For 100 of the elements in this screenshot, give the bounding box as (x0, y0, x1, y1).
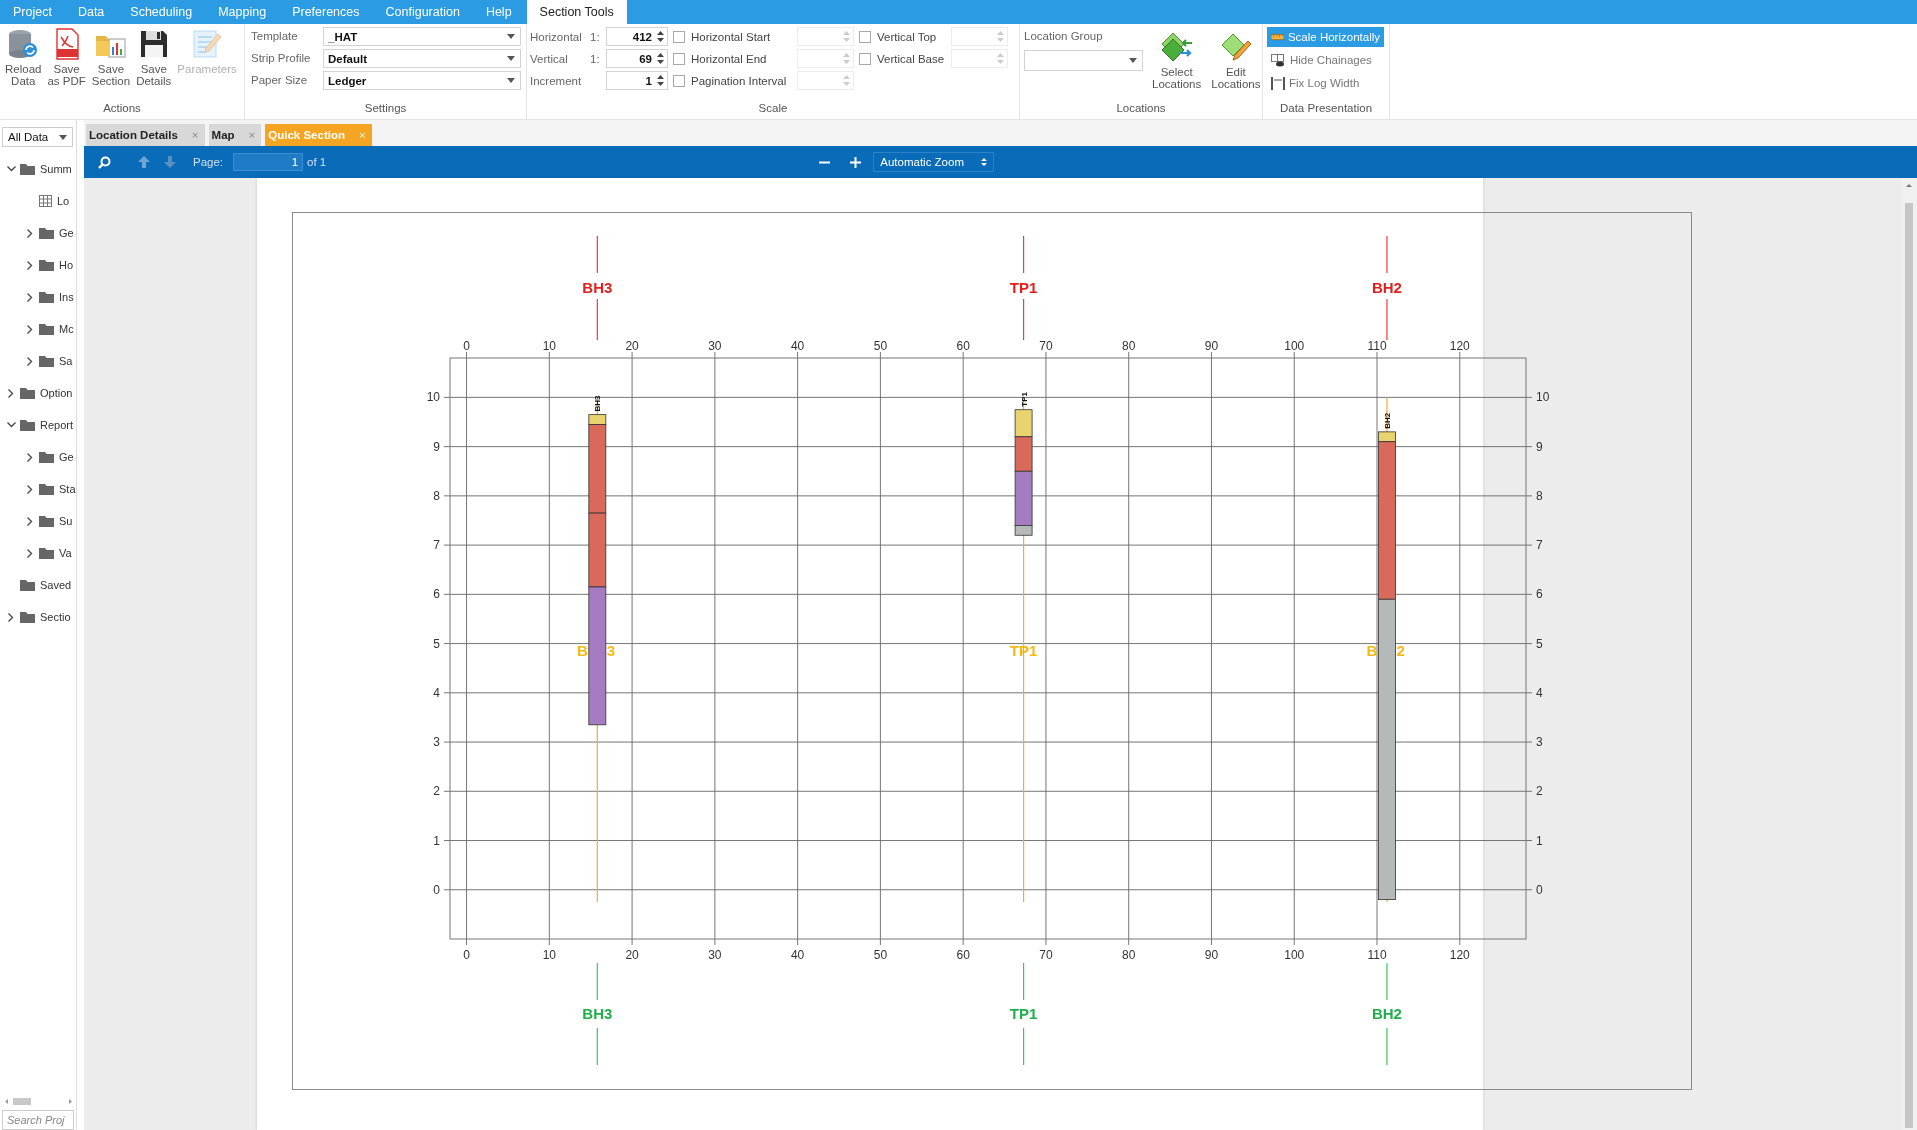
x-tick-label: 10 (542, 339, 556, 353)
number-spinner[interactable]: 69 (606, 49, 668, 68)
group-label: Settings (363, 101, 408, 116)
tree-item[interactable]: Ins (59, 291, 74, 303)
tree-item[interactable]: Va (59, 547, 72, 559)
marker-line (596, 298, 598, 341)
ribbon-button[interactable]: Save Details (133, 24, 175, 99)
x-tick-label: 40 (790, 948, 805, 962)
number-spinner[interactable] (951, 49, 1008, 68)
folder-icon (39, 227, 54, 239)
page-field[interactable]: 1 (233, 153, 304, 171)
caret-icon (507, 78, 515, 83)
ribbon-button[interactable]: Reload Data (2, 24, 45, 99)
number-spinner[interactable] (951, 27, 1008, 46)
stepper-icon (981, 157, 988, 167)
spin-arrows-icon (843, 74, 850, 87)
checkbox-option[interactable]: Vertical Base (859, 52, 947, 65)
ribbon-button[interactable]: Save as PDF (44, 24, 89, 99)
chevron-right-icon[interactable] (27, 484, 33, 494)
table-icon (39, 195, 52, 207)
tree-item[interactable]: Saved (40, 579, 72, 591)
marker-line (1023, 962, 1025, 1001)
chevron-right-icon[interactable] (27, 228, 33, 238)
number-spinner[interactable]: 1 (606, 71, 668, 90)
checkbox-option[interactable]: Horizontal End (673, 52, 793, 65)
dropdown[interactable] (1024, 50, 1143, 71)
filter-dropdown[interactable]: All Data (2, 127, 73, 147)
tree-item[interactable]: Su (59, 515, 73, 527)
document-tab[interactable]: Map × (208, 124, 262, 146)
number-spinner[interactable] (797, 27, 854, 46)
chevron-down-icon[interactable] (6, 166, 16, 172)
tree-item[interactable]: Sa (59, 355, 73, 367)
checkbox[interactable] (859, 30, 871, 43)
checkbox[interactable] (673, 74, 685, 87)
x-tick-label: 0 (463, 339, 470, 353)
number-spinner[interactable] (797, 49, 854, 68)
spin-arrows-icon (997, 30, 1004, 43)
tree-item[interactable]: Option (40, 387, 73, 399)
folder-icon (20, 579, 35, 591)
tree-item[interactable]: Ge (59, 451, 74, 463)
toggle-button[interactable]: Fix Log Width (1267, 73, 1384, 93)
plus-icon (850, 156, 862, 168)
folder-icon (39, 355, 54, 367)
y-tick-label: 8 (433, 488, 440, 503)
tree-item[interactable]: Sectio (40, 611, 71, 623)
chevron-right-icon[interactable] (27, 356, 33, 366)
x-tick-label: 110 (1367, 948, 1387, 962)
caret-icon (1129, 58, 1137, 63)
checkbox-option[interactable]: Vertical Top (859, 30, 947, 43)
toggle-button[interactable]: Hide Chainages (1267, 50, 1384, 70)
x-tick-label: 90 (1204, 948, 1219, 962)
ruler-icon (1271, 33, 1284, 41)
field-label: Template (251, 29, 299, 44)
chevron-down-icon[interactable] (6, 422, 16, 428)
checkbox-option[interactable]: Horizontal Start (673, 30, 793, 43)
tree-item[interactable]: Report (40, 419, 74, 431)
spin-arrows-icon (657, 74, 664, 87)
checkbox-option[interactable]: Pagination Interval (673, 74, 793, 87)
chevron-right-icon[interactable] (8, 612, 14, 622)
x-tick-label: 30 (708, 948, 722, 962)
field-label: Strip Profile (251, 51, 312, 66)
dropdown[interactable]: Ledger (323, 71, 521, 90)
tree-item[interactable]: Mc (59, 323, 74, 335)
ribbon-button[interactable]: Edit Locations (1208, 27, 1264, 99)
chevron-right-icon[interactable] (27, 260, 33, 270)
dropdown[interactable]: Default (323, 49, 521, 68)
chevron-right-icon[interactable] (27, 516, 33, 526)
location-label: B (1366, 642, 1378, 660)
zoom-dropdown[interactable]: Automatic Zoom (873, 152, 995, 172)
tree-item[interactable]: Ge (59, 227, 74, 239)
search-field[interactable]: Search Proj (2, 1110, 74, 1130)
number-spinner[interactable] (797, 71, 854, 90)
tree-item[interactable]: Sta (59, 483, 76, 495)
chevron-right-icon[interactable] (27, 324, 33, 334)
caret-icon (507, 34, 515, 39)
folder-icon (39, 483, 54, 495)
tree-item[interactable]: Ho (59, 259, 74, 271)
ribbon-button[interactable]: Save Section (88, 24, 134, 99)
chevron-right-icon[interactable] (8, 388, 14, 398)
ratio-prefix: 1: (590, 30, 601, 43)
marker-line (596, 235, 598, 274)
chevron-right-icon[interactable] (27, 548, 33, 558)
chevron-right-icon[interactable] (27, 292, 33, 302)
number-spinner[interactable]: 412 (606, 27, 668, 46)
tree-item[interactable]: Lo (57, 195, 70, 207)
horizontal-scrollbar[interactable] (3, 1097, 74, 1106)
checkbox[interactable] (673, 52, 685, 65)
document-tab[interactable]: Location Details × (86, 124, 205, 146)
down-arrow-icon (163, 155, 177, 169)
checkbox[interactable] (859, 52, 871, 65)
tree-item[interactable]: Summ (40, 163, 72, 175)
dropdown[interactable]: _HAT (323, 27, 521, 46)
marker-line (1386, 298, 1388, 341)
x-tick-label: 120 (1449, 948, 1470, 962)
ribbon-button[interactable]: Select Locations (1149, 27, 1205, 99)
folder-icon (39, 291, 54, 303)
menu-tab[interactable]: Section Tools (526, 0, 627, 24)
chevron-right-icon[interactable] (27, 452, 33, 462)
x-tick-label: 80 (1122, 339, 1136, 353)
checkbox[interactable] (673, 30, 685, 43)
